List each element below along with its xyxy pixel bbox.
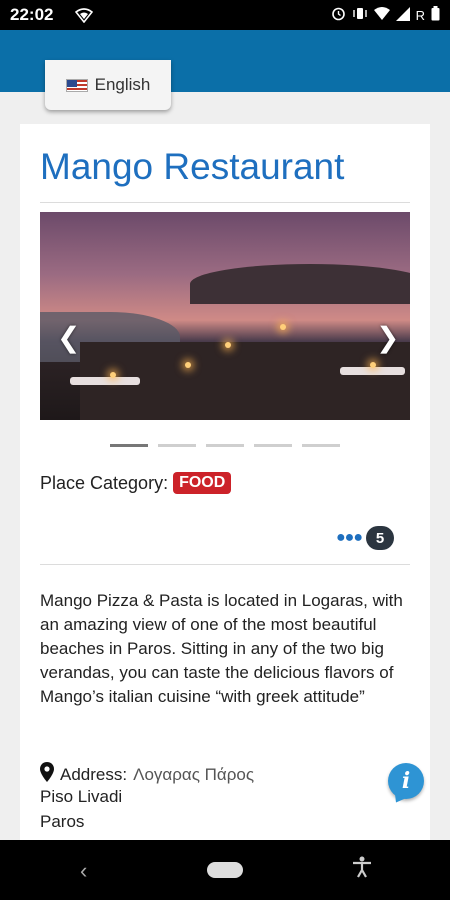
wifi-shield-icon [75, 7, 94, 23]
roaming-label: R [415, 7, 425, 23]
chevron-right-icon[interactable]: ❯ [376, 324, 399, 352]
page-title: Mango Restaurant [40, 146, 345, 187]
photo-candle [110, 372, 116, 378]
location-pin-icon [40, 762, 54, 787]
language-selector-button[interactable]: English [45, 60, 171, 110]
photo-carousel[interactable]: ❮ ❯ [40, 212, 410, 420]
address-row: Address: Λογαρας Πάρος [40, 762, 254, 787]
address-label: Address: [60, 764, 128, 784]
divider [40, 202, 410, 203]
comments-count-badge: 5 [366, 526, 394, 550]
address-value: Λογαρας Πάρος [133, 764, 255, 784]
place-card: Mango Restaurant ❮ ❯ Place Category: FOO… [20, 124, 430, 840]
more-dots-icon: ●●● [336, 529, 363, 546]
photo-table [340, 367, 405, 375]
category-label: Place Category: [40, 472, 169, 493]
address-line-3: Paros [40, 812, 85, 831]
photo-candle [370, 362, 376, 368]
info-icon[interactable]: i [388, 763, 424, 799]
system-nav-bar: ‹ [0, 840, 450, 900]
chevron-left-icon[interactable]: ❮ [57, 324, 80, 352]
photo-candle [225, 342, 231, 348]
category-row: Place Category: FOOD [40, 472, 232, 494]
language-label: English [94, 75, 151, 94]
battery-icon [431, 6, 440, 24]
photo-candle [185, 362, 191, 368]
comments-button[interactable]: ●●● 5 [336, 526, 394, 550]
category-badge[interactable]: FOOD [173, 472, 232, 494]
photo-candle [280, 324, 286, 330]
home-pill-icon[interactable] [207, 862, 243, 878]
carousel-indicator-4[interactable] [254, 444, 292, 447]
accessibility-icon[interactable] [352, 856, 372, 884]
carousel-image [40, 212, 410, 420]
address-line-2: Piso Livadi [40, 787, 123, 806]
carousel-indicator-5[interactable] [302, 444, 340, 447]
place-description: Mango Pizza & Pasta is located in Logara… [40, 591, 403, 706]
divider [40, 564, 410, 565]
status-bar: 22:02 R [0, 0, 450, 30]
signal-icon [395, 6, 410, 24]
photo-mountain [190, 264, 410, 304]
back-icon[interactable]: ‹ [80, 858, 87, 884]
photo-table [70, 377, 140, 385]
status-icons: R [331, 6, 440, 24]
carousel-indicator-1[interactable] [110, 444, 148, 447]
carousel-indicator-2[interactable] [158, 444, 196, 447]
us-flag-icon [65, 78, 88, 92]
carousel-indicators [110, 444, 340, 447]
vibrate-icon [352, 6, 368, 24]
carousel-indicator-3[interactable] [206, 444, 244, 447]
status-time: 22:02 [10, 5, 54, 24]
wifi-icon [373, 6, 390, 24]
alarm-icon [331, 6, 346, 24]
app-header: English [0, 30, 450, 110]
